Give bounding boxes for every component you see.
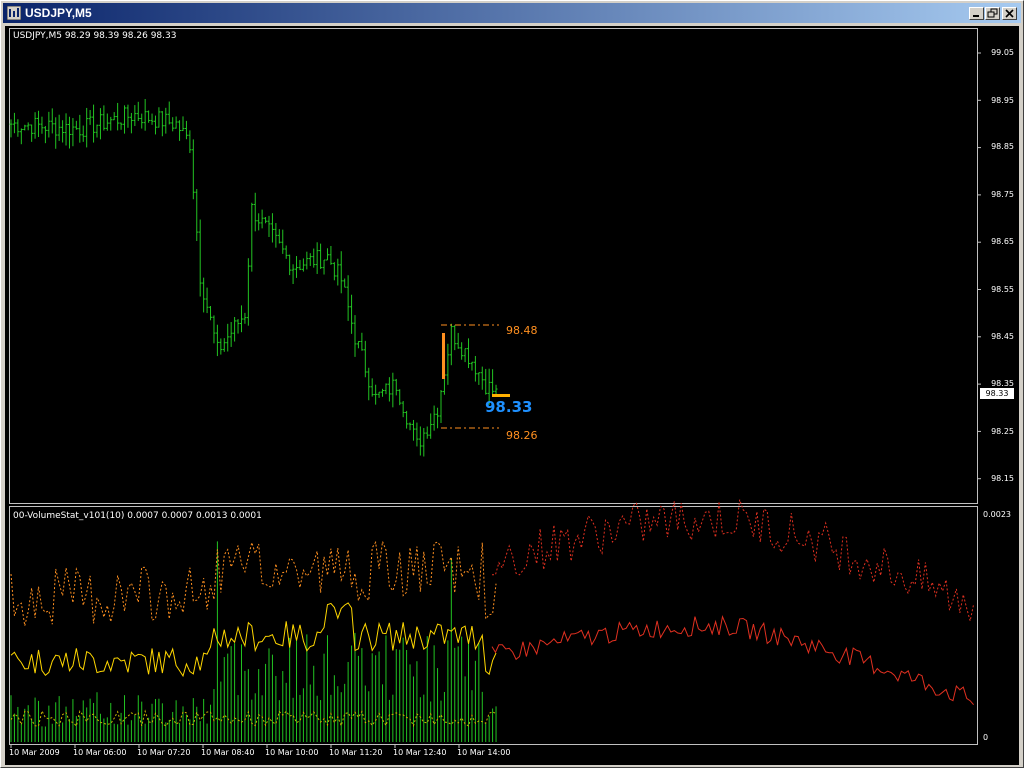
projection-red-dotted-line: [492, 499, 975, 622]
current-price-label: 98.33: [485, 398, 533, 416]
title-bar[interactable]: USDJPY,M5: [3, 3, 1021, 23]
main-pane-border: [9, 28, 978, 504]
price-tick-label: 98.45: [991, 332, 1014, 341]
window-title: USDJPY,M5: [25, 6, 92, 20]
projection-red-line: [491, 614, 974, 706]
time-axis-label: 10 Mar 06:00: [73, 748, 127, 757]
indicator-label: 00-VolumeStat_v101(10) 0.0007 0.0007 0.0…: [13, 511, 262, 521]
range-low-label: 98.26: [506, 429, 538, 442]
chart-window[interactable]: USDJPY,M5 USDJPY,M5 98.29 98.39 98.26 98…: [0, 0, 1024, 768]
price-tick-label: 98.75: [991, 190, 1014, 199]
price-tick-label: 98.85: [991, 142, 1014, 151]
time-axis-label: 10 Mar 11:20: [329, 748, 383, 757]
time-axis-label: 10 Mar 14:00: [457, 748, 511, 757]
time-axis-label: 10 Mar 12:40: [393, 748, 447, 757]
price-tick-label: 98.95: [991, 96, 1014, 105]
price-tick-label: 98.55: [991, 285, 1014, 294]
chart-info-label: USDJPY,M5 98.29 98.39 98.26 98.33: [13, 31, 177, 41]
price-bars[interactable]: [9, 99, 498, 457]
minimize-icon: [973, 15, 979, 17]
time-axis-label: 10 Mar 10:00: [265, 748, 319, 757]
price-tick-label: 98.25: [991, 427, 1014, 436]
current-price-box: 98.33: [980, 388, 1014, 399]
price-chart-canvas[interactable]: [5, 26, 1019, 765]
indicator-scale-max: 0.0023: [983, 510, 1011, 519]
price-tick-label: 98.65: [991, 237, 1014, 246]
indicator-dotted-orange-line: [10, 539, 497, 626]
close-button[interactable]: [1002, 7, 1017, 20]
chart-app-icon: [7, 6, 21, 20]
range-high-label: 98.48: [506, 324, 538, 337]
price-tick-label: 99.05: [991, 48, 1014, 57]
minimize-button[interactable]: [969, 7, 984, 20]
indicator-pane-border: [9, 506, 978, 745]
time-axis-label: 10 Mar 07:20: [137, 748, 191, 757]
chart-area[interactable]: USDJPY,M5 98.29 98.39 98.26 98.33 99.05 …: [5, 26, 1019, 765]
close-icon: [1005, 9, 1014, 18]
restore-button[interactable]: [985, 7, 1000, 20]
indicator-scale-min: 0: [983, 733, 989, 742]
indicator-yellow-line: [10, 602, 497, 678]
current-price-marker: [492, 394, 510, 397]
price-tick-label: 98.15: [991, 474, 1014, 483]
indicator-dotted-low-line: [10, 709, 497, 728]
orange-marker-bar: [442, 333, 445, 379]
time-axis-label: 10 Mar 2009: [9, 748, 60, 757]
restore-icon: [987, 8, 998, 18]
time-axis-label: 10 Mar 08:40: [201, 748, 255, 757]
